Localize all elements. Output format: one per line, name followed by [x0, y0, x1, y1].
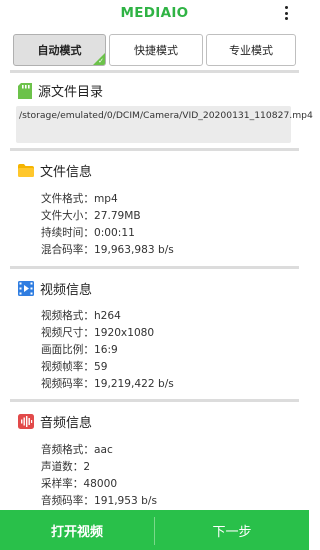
info-row: 混合码率：19,963,983 b/s [41, 244, 174, 256]
info-row: 音频码率：191,953 b/s [41, 495, 157, 507]
info-row: 文件大小：27.79MB [41, 210, 141, 222]
tab-label: 快捷模式 [134, 44, 178, 57]
folder-icon [18, 164, 34, 177]
mode-tabs: 自动模式 ✓ 快捷模式 专业模式 [13, 34, 296, 66]
info-row: 采样率：48000 [41, 478, 118, 490]
tab-pro-mode[interactable]: 专业模式 [206, 34, 296, 66]
tab-quick-mode[interactable]: 快捷模式 [109, 34, 203, 66]
next-step-button[interactable]: 下一步 [155, 510, 309, 550]
app-logo: MEDIAIO [120, 5, 189, 21]
info-row: 持续时间：0:00:11 [41, 227, 135, 239]
top-bar: MEDIAIO [0, 0, 309, 27]
info-row: 视频尺寸：1920x1080 [41, 327, 155, 339]
info-row: 视频格式：h264 [41, 310, 121, 322]
divider [10, 148, 299, 151]
bottom-action-bar: 打开视频 下一步 [0, 510, 309, 550]
section-title: 视频信息 [40, 283, 93, 298]
divider [10, 70, 299, 73]
open-video-button[interactable]: 打开视频 [0, 510, 154, 550]
sd-card-icon [18, 82, 32, 99]
tab-label: 自动模式 [37, 44, 82, 57]
video-info-section-title: 视频信息 [18, 279, 92, 298]
file-info-section-title: 文件信息 [18, 161, 92, 180]
source-path: /storage/emulated/0/DCIM/Camera/VID_2020… [16, 106, 313, 143]
info-row: 音频格式：aac [41, 444, 113, 456]
section-title: 音频信息 [40, 416, 93, 431]
section-title: 文件信息 [40, 165, 93, 180]
info-row: 视频帧率：59 [41, 361, 108, 373]
divider [10, 266, 299, 269]
info-row: 文件格式：mp4 [41, 193, 118, 205]
audio-info-section-title: 音频信息 [18, 412, 92, 431]
info-row: 视频码率：19,219,422 b/s [41, 378, 174, 390]
info-row: 画面比例：16:9 [41, 344, 118, 356]
divider [10, 399, 299, 402]
more-menu-icon[interactable] [282, 6, 290, 22]
source-section-title: 源文件目录 [18, 81, 103, 100]
video-icon [18, 281, 34, 296]
tab-auto-mode[interactable]: 自动模式 ✓ [13, 34, 106, 66]
tab-label: 专业模式 [229, 44, 273, 57]
audio-wave-icon [18, 414, 34, 429]
info-row: 声道数：2 [41, 461, 91, 473]
check-icon: ✓ [98, 57, 104, 65]
section-title: 源文件目录 [38, 85, 104, 100]
